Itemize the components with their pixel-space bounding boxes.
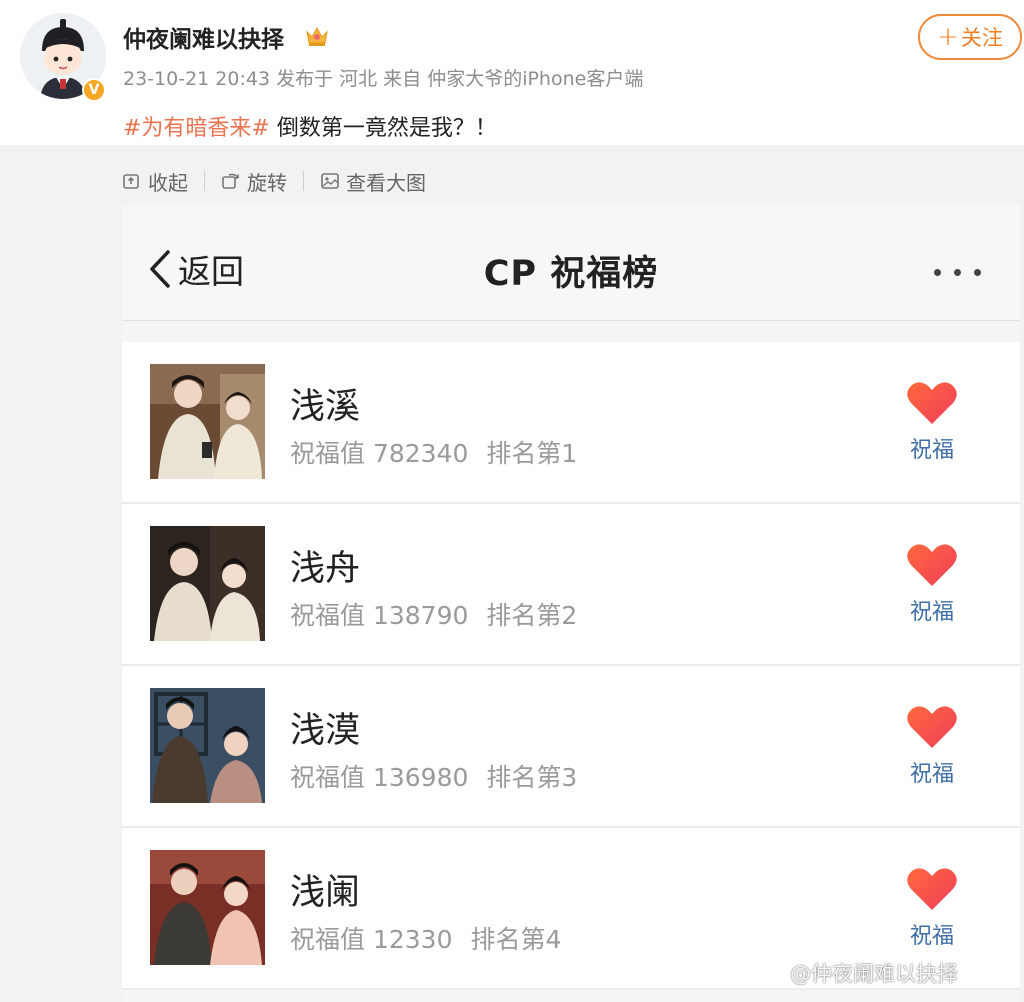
heart-icon [907, 868, 957, 910]
bless-value: 782340 [372, 439, 469, 468]
rotate-button[interactable]: 旋转 [221, 167, 287, 196]
cp-stats: 祝福值 12330 排名第4 [290, 920, 561, 956]
cp-stats: 祝福值 136980 排名第3 [290, 758, 577, 794]
view-large-button[interactable]: 查看大图 [320, 167, 426, 196]
view-large-label: 查看大图 [346, 170, 426, 195]
cp-name: 浅舟 [290, 549, 361, 589]
heart-icon [907, 706, 957, 748]
rank-value: 1 [561, 439, 578, 468]
crown-icon [306, 26, 328, 46]
cp-photo [150, 688, 265, 803]
bless-button[interactable]: 祝福 [902, 542, 962, 626]
bless-button[interactable]: 祝福 [902, 866, 962, 950]
cp-photo [150, 526, 265, 641]
cp-stats: 祝福值 138790 排名第2 [290, 596, 577, 632]
list-item: 浅舟 祝福值 138790 排名第2 祝福 [122, 504, 1020, 666]
rank-label: 排名第 [486, 601, 562, 630]
rotate-label: 旋转 [247, 170, 287, 195]
bless-button[interactable]: 祝福 [902, 704, 962, 788]
rank-value: 3 [561, 763, 578, 792]
heart-icon [907, 382, 957, 424]
value-label: 祝福值 [290, 439, 366, 468]
value-label: 祝福值 [290, 601, 366, 630]
value-label: 祝福值 [290, 925, 366, 954]
heart-icon [907, 544, 957, 586]
rank-label: 排名第 [486, 439, 562, 468]
media-toolbar: 收起 旋转 查看大图 [122, 166, 426, 196]
screenshot-nav-bar: 返回 CP 祝福榜 [122, 205, 1020, 321]
watermark: @仲夜阑难以抉择 [790, 962, 958, 986]
bless-label: 祝福 [909, 762, 954, 787]
collapse-icon [123, 174, 139, 189]
rank-value: 2 [561, 601, 578, 630]
plus-icon: + [937, 22, 959, 52]
list-item: 浅漠 祝福值 136980 排名第3 祝福 [122, 666, 1020, 828]
post-meta: 23-10-21 20:43 发布于 河北 来自 仲家大爷的iPhone客户端 [123, 68, 644, 90]
page-title: CP 祝福榜 [483, 254, 659, 294]
topic-link[interactable]: #为有暗香来# [123, 116, 270, 141]
cp-name: 浅漠 [290, 711, 361, 751]
list-item: 浅溪 祝福值 782340 排名第1 祝福 [122, 342, 1020, 504]
toolbar-divider [303, 171, 304, 191]
rotate-icon [222, 173, 239, 189]
bless-value: 136980 [372, 763, 469, 792]
post-text: #为有暗香来# 倒数第一竟然是我？！ [123, 110, 497, 142]
ranking-list: 浅溪 祝福值 782340 排名第1 祝福 浅舟 祝福值 138790 排名第2… [122, 342, 1020, 990]
value-label: 祝福值 [290, 763, 366, 792]
collapse-label: 收起 [148, 170, 188, 195]
bless-button[interactable]: 祝福 [902, 380, 962, 464]
cp-photo [150, 364, 265, 479]
bless-label: 祝福 [909, 438, 954, 463]
bless-label: 祝福 [909, 600, 954, 625]
image-icon [321, 173, 339, 189]
rank-label: 排名第 [486, 763, 562, 792]
verified-badge-icon: V [82, 78, 106, 102]
collapse-button[interactable]: 收起 [122, 167, 188, 196]
cp-name: 浅阑 [290, 873, 361, 913]
cp-name: 浅溪 [290, 387, 361, 427]
bless-label: 祝福 [909, 924, 954, 949]
rank-label: 排名第 [470, 925, 546, 954]
rank-value: 4 [545, 925, 562, 954]
username[interactable]: 仲夜阑难以抉择 [123, 20, 284, 54]
toolbar-divider [204, 171, 205, 191]
post-body: 倒数第一竟然是我？！ [269, 116, 497, 141]
embedded-screenshot[interactable]: 返回 CP 祝福榜 浅溪 祝福值 782340 排名第1 祝福 浅舟 祝福值 1… [122, 205, 1020, 1002]
cp-photo [150, 850, 265, 965]
bless-value: 12330 [372, 925, 453, 954]
follow-button[interactable]: + 关注 [918, 14, 1022, 60]
cp-stats: 祝福值 782340 排名第1 [290, 434, 577, 470]
follow-label: 关注 [960, 26, 1003, 50]
bless-value: 138790 [372, 601, 469, 630]
more-icon[interactable] [934, 261, 994, 280]
